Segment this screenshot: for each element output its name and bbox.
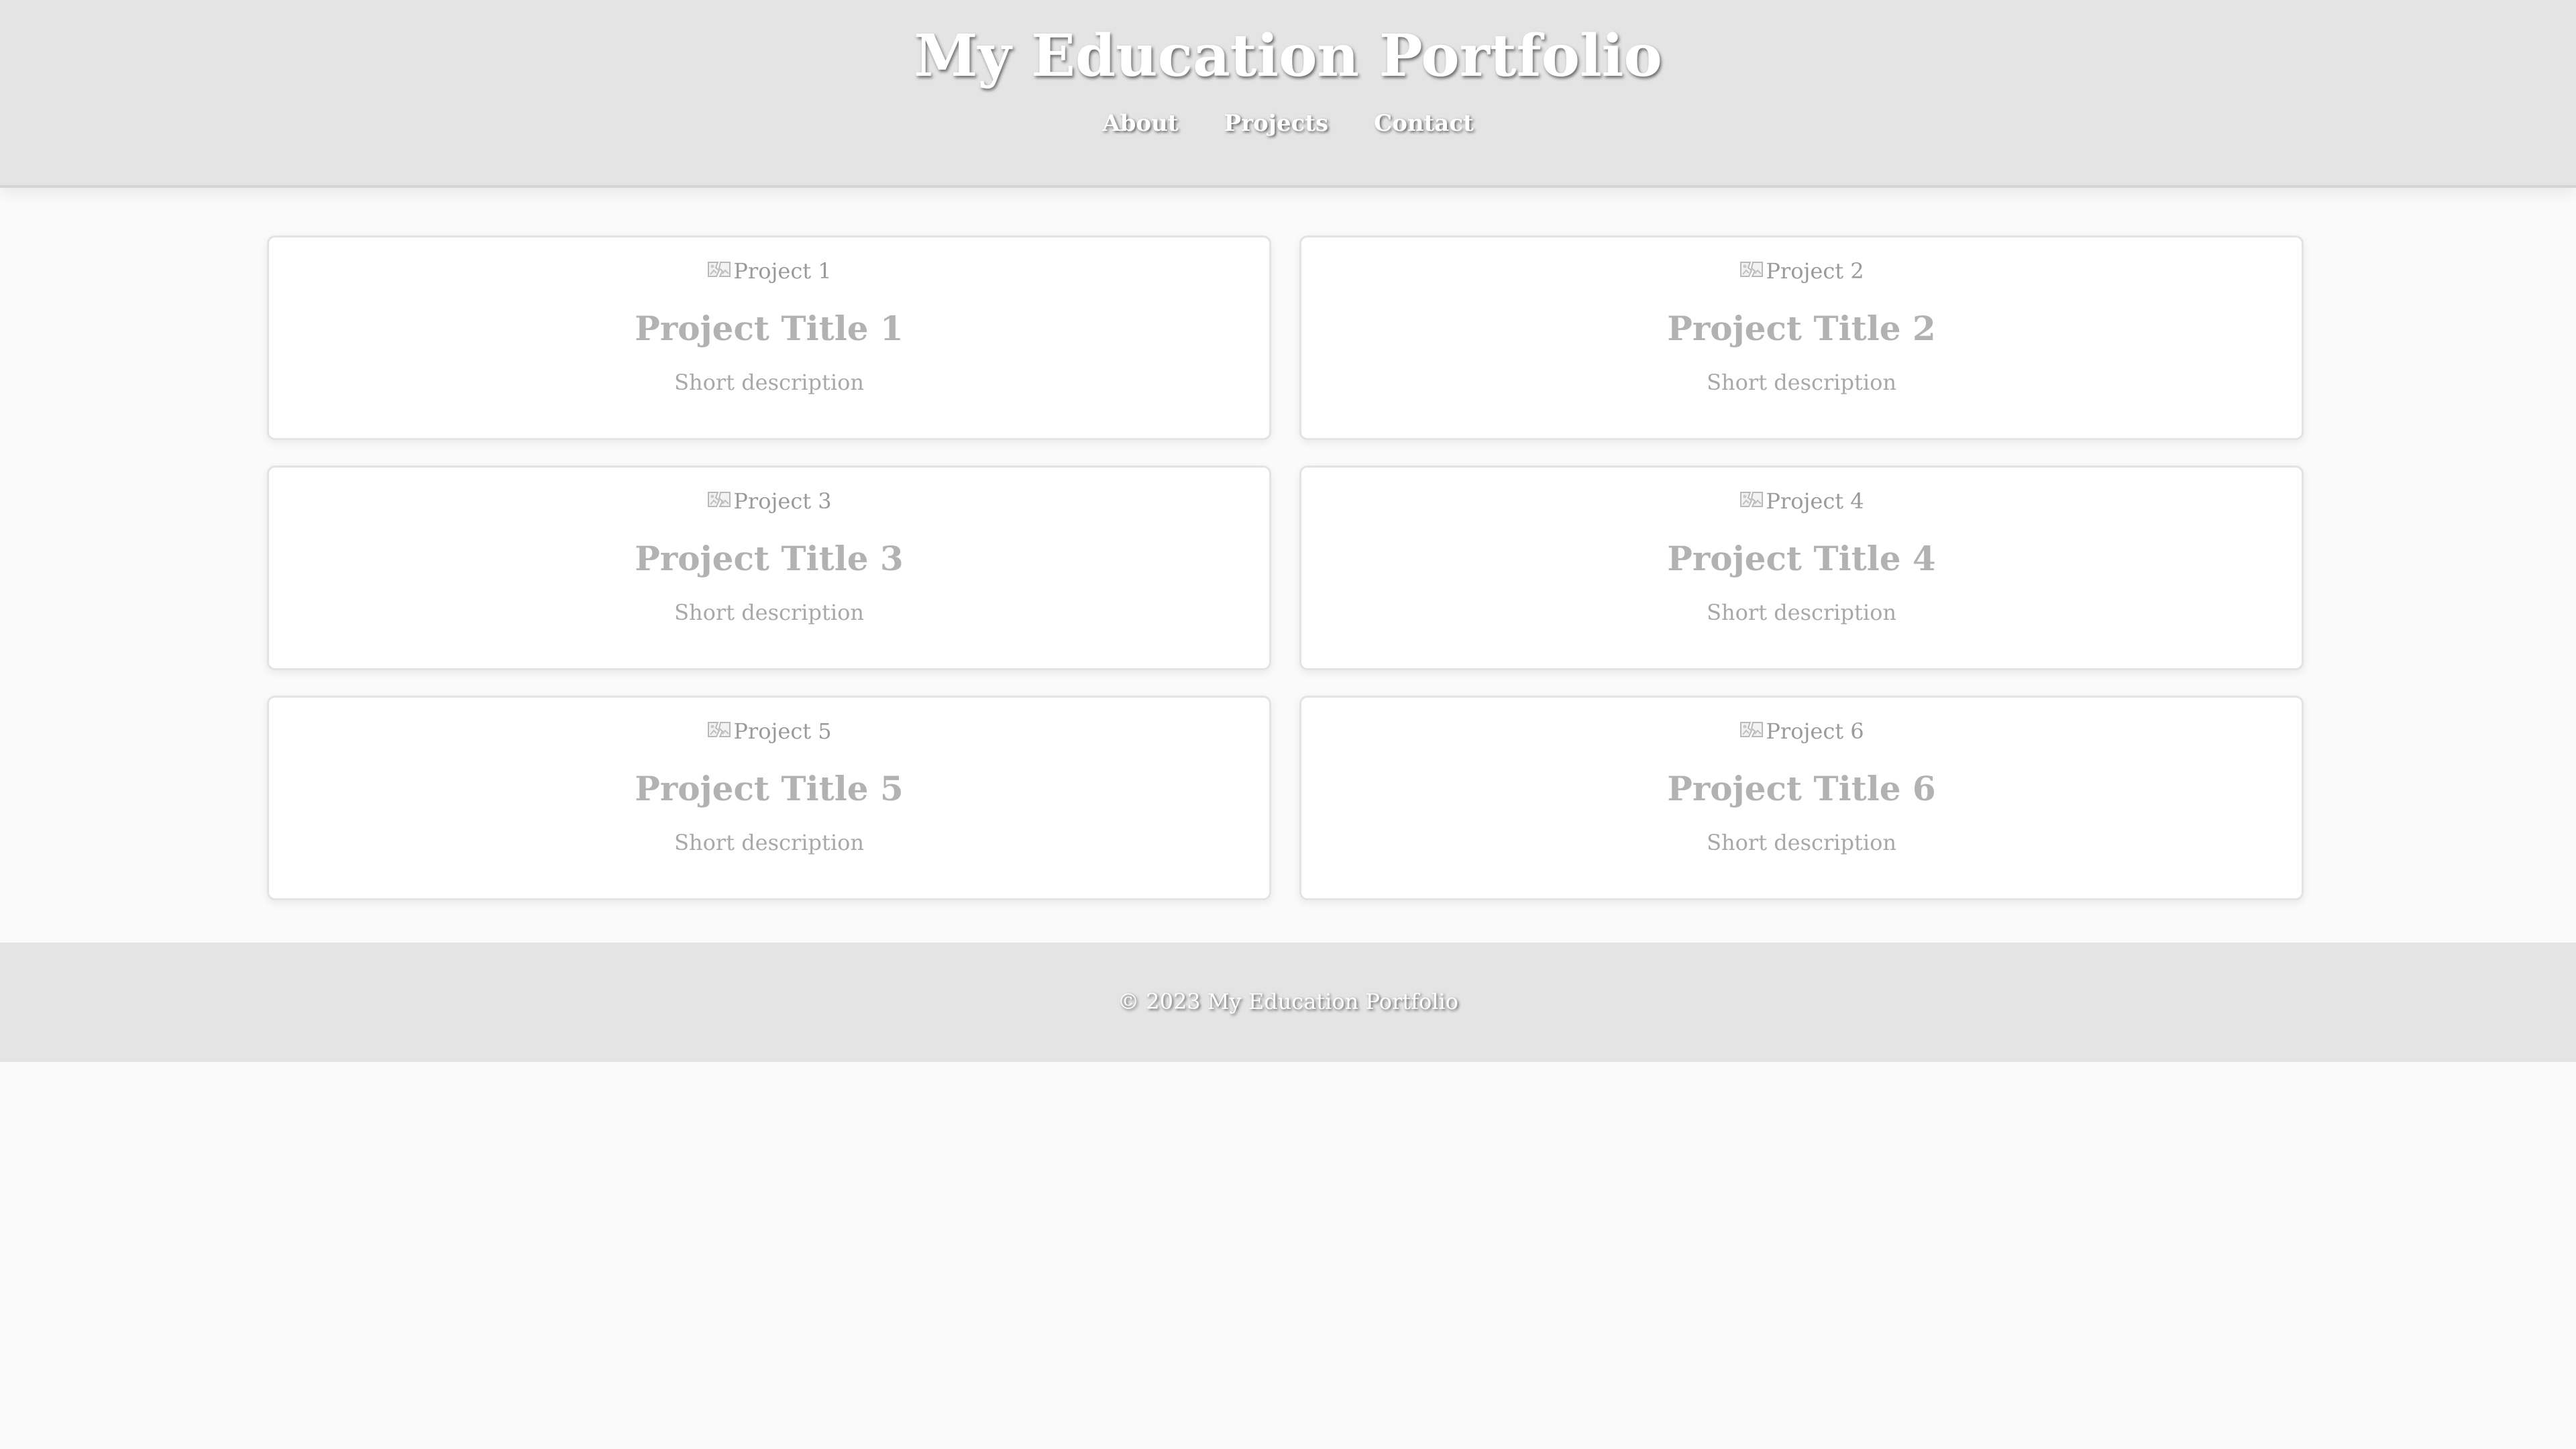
project-image-alt: Project 3 [733,488,832,514]
project-image: Project 5 [269,716,1269,746]
project-title: Project Title 6 [1667,769,1936,808]
projects-grid: Project 1 Project Title 1 Short descript… [267,235,2304,900]
broken-image-icon [706,260,732,282]
footer-copyright: © 2023 My Education Portfolio [1118,989,1458,1014]
nav-contact[interactable]: Contact [1374,110,1474,137]
project-card[interactable]: Project 6 Project Title 6 Short descript… [1299,696,2304,900]
project-card[interactable]: Project 4 Project Title 4 Short descript… [1299,466,2304,670]
nav-about[interactable]: About [1102,110,1178,137]
project-title: Project Title 3 [635,539,904,578]
project-image: Project 2 [1301,256,2302,286]
broken-image-icon [1739,720,1764,743]
project-image-alt: Project 4 [1766,488,1864,514]
nav-projects[interactable]: Projects [1224,110,1329,137]
main-nav: About Projects Contact [0,110,2576,137]
project-image-alt: Project 5 [733,718,832,744]
project-image: Project 4 [1301,486,2302,516]
broken-image-icon [1739,260,1764,282]
project-image: Project 3 [269,486,1269,516]
project-description: Short description [674,370,864,395]
site-header: My Education Portfolio About Projects Co… [0,0,2576,188]
project-description: Short description [1707,370,1896,395]
project-description: Short description [674,830,864,855]
project-image-alt: Project 6 [1766,718,1864,744]
site-footer: © 2023 My Education Portfolio [0,943,2576,1062]
project-image: Project 1 [269,256,1269,286]
project-title: Project Title 1 [635,309,904,348]
project-image: Project 6 [1301,716,2302,746]
project-card[interactable]: Project 1 Project Title 1 Short descript… [267,235,1271,440]
project-image-alt: Project 1 [733,258,832,284]
project-card[interactable]: Project 2 Project Title 2 Short descript… [1299,235,2304,440]
project-card[interactable]: Project 5 Project Title 5 Short descript… [267,696,1271,900]
broken-image-icon [706,490,732,513]
project-description: Short description [1707,830,1896,855]
project-title: Project Title 4 [1667,539,1936,578]
broken-image-icon [706,720,732,743]
project-title: Project Title 5 [635,769,904,808]
project-card[interactable]: Project 3 Project Title 3 Short descript… [267,466,1271,670]
site-title: My Education Portfolio [914,22,1662,90]
project-description: Short description [1707,600,1896,625]
broken-image-icon [1739,490,1764,513]
project-title: Project Title 2 [1667,309,1936,348]
project-description: Short description [674,600,864,625]
project-image-alt: Project 2 [1766,258,1864,284]
